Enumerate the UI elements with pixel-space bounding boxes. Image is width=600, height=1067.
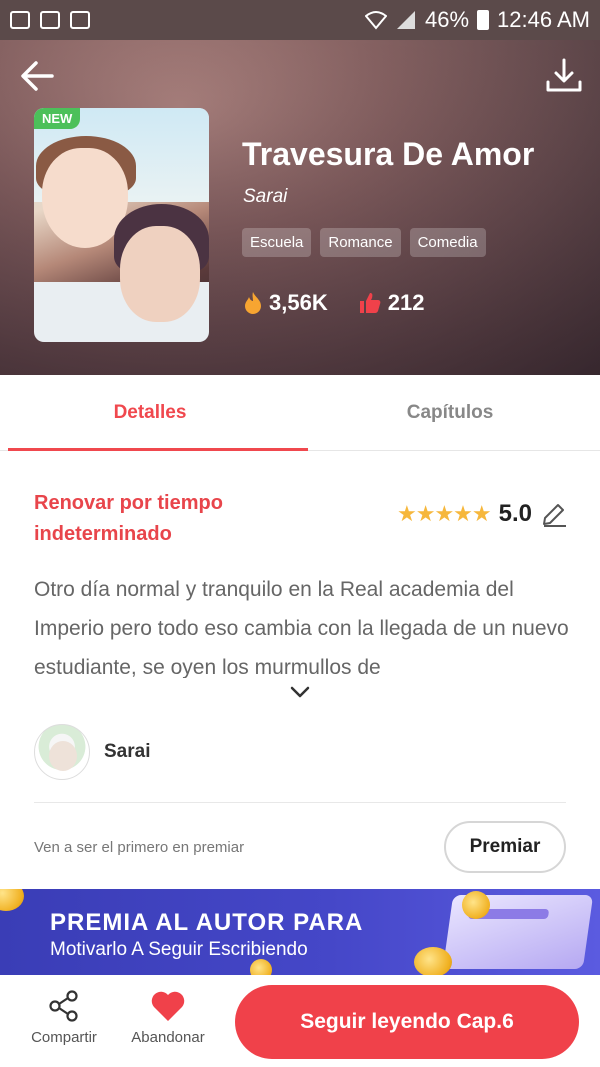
divider <box>34 802 566 803</box>
clock: 12:46 AM <box>497 7 590 32</box>
views-stat: 3,56K <box>243 290 328 316</box>
coin-decoration <box>0 889 24 911</box>
battery-percent: 46% <box>425 7 470 32</box>
wifi-icon <box>365 11 387 30</box>
recycle-notification-icon <box>40 11 60 29</box>
rating-score: 5.0 <box>498 500 532 527</box>
star-rating-icon: ★★★★★ <box>397 501 492 526</box>
tab-capitulos[interactable]: Capítulos <box>300 375 600 450</box>
share-button[interactable]: Compartir <box>22 989 106 1046</box>
premiar-row: Ven a ser el primero en premiar Premiar <box>34 820 566 874</box>
synopsis: Otro día normal y tranquilo en la Real a… <box>34 578 569 678</box>
tab-detalles[interactable]: Detalles <box>0 375 308 451</box>
coin-decoration <box>462 891 490 919</box>
rating: ★★★★★ 5.0 <box>397 500 568 528</box>
edit-icon[interactable] <box>540 500 568 528</box>
abandon-label: Abandonar <box>131 1029 205 1046</box>
fire-icon <box>245 292 261 314</box>
genre-tags: Escuela Romance Comedia <box>242 228 486 257</box>
author-name: Sarai <box>104 741 151 762</box>
download-button[interactable] <box>544 56 584 96</box>
tag-comedia[interactable]: Comedia <box>409 228 486 257</box>
voicemail-icon <box>70 11 90 29</box>
banner-subline: Motivarlo A Seguir Escribiendo <box>50 939 308 960</box>
download-icon <box>546 58 582 92</box>
author-card[interactable]: Sarai <box>34 724 150 780</box>
avatar <box>34 724 90 780</box>
tab-bar: Detalles Capítulos <box>0 375 600 451</box>
signal-icon <box>397 11 415 29</box>
back-button[interactable] <box>18 56 58 96</box>
gallery-notification-icon <box>10 11 30 29</box>
book-stats: 3,56K 212 <box>243 290 424 316</box>
continue-reading-button[interactable]: Seguir leyendo Cap.6 <box>235 985 579 1059</box>
tag-romance[interactable]: Romance <box>320 228 401 257</box>
coin-decoration <box>414 947 452 975</box>
views-count: 3,56K <box>269 290 328 315</box>
chevron-down-icon[interactable] <box>288 684 312 700</box>
tag-escuela[interactable]: Escuela <box>242 228 312 257</box>
coin-decoration <box>250 959 272 975</box>
share-icon <box>49 990 78 1022</box>
likes-stat[interactable]: 212 <box>358 290 425 316</box>
status-bar: 46% 12:46 AM <box>0 0 600 40</box>
new-badge: NEW <box>34 108 81 129</box>
back-arrow-icon <box>21 61 54 91</box>
book-author: Sarai <box>243 186 288 207</box>
abandon-button[interactable]: Abandonar <box>122 989 214 1046</box>
book-cover: NEW <box>34 108 209 342</box>
renewal-status: Renovar por tiempo indeterminado <box>34 492 223 545</box>
share-label: Compartir <box>31 1029 97 1046</box>
thumbs-up-icon <box>359 293 381 313</box>
banner-headline: PREMIA AL AUTOR PARA <box>50 909 364 936</box>
heart-icon <box>151 991 185 1021</box>
likes-count: 212 <box>387 290 425 315</box>
battery-icon <box>477 10 490 30</box>
premiar-prompt: Ven a ser el primero en premiar <box>34 838 245 856</box>
premiar-button[interactable]: Premiar <box>444 821 566 873</box>
book-title: Travesura De Amor <box>242 136 535 172</box>
bottom-action-bar: Compartir Abandonar Seguir leyendo Cap.6 <box>0 975 600 1067</box>
book-header: NEW Travesura De Amor Sarai Escuela Roma… <box>0 40 600 375</box>
reward-author-banner[interactable]: PREMIA AL AUTOR PARA Motivarlo A Seguir … <box>0 889 600 975</box>
